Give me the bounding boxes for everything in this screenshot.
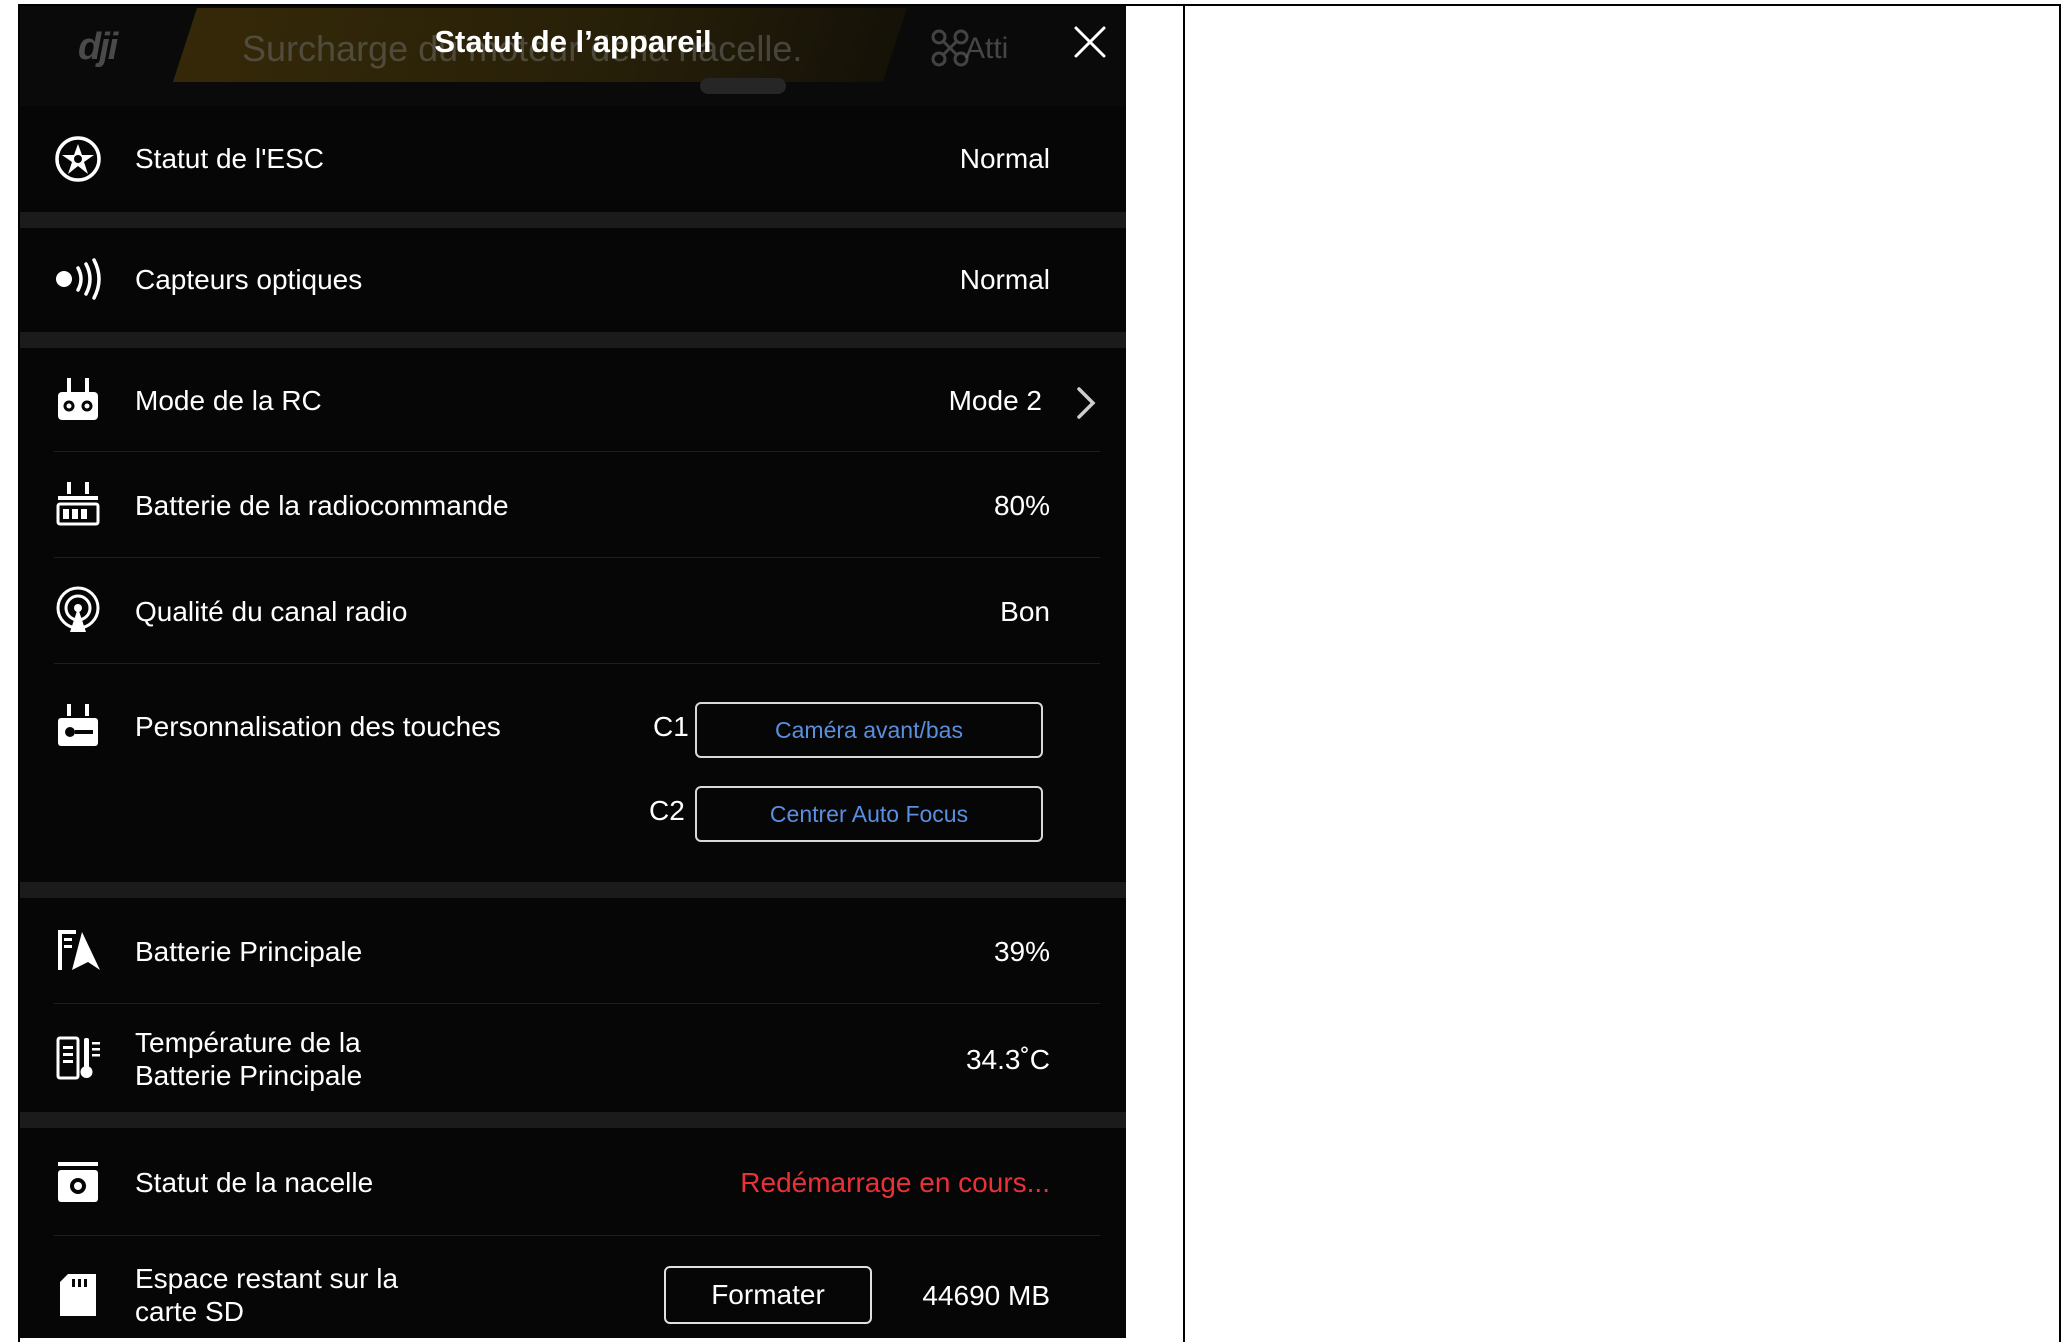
row-label: Mode de la RC <box>135 385 322 416</box>
row-label-line-1: Température de la <box>135 1027 361 1058</box>
row-value: Normal <box>959 143 1050 174</box>
radio-signal-icon <box>56 586 100 632</box>
row-label: Batterie Principale <box>135 936 363 967</box>
sd-card-icon <box>60 1274 96 1316</box>
row-value: Mode 2 <box>948 385 1042 416</box>
section-separator <box>20 882 1126 898</box>
right-empty-frame <box>1185 4 2061 1342</box>
gimbal-camera-icon <box>58 1162 98 1202</box>
row-value: 80% <box>993 490 1050 521</box>
rc-custom-button-icon <box>58 704 98 746</box>
row-rc-battery: Batterie de la radiocommande 80% <box>20 452 1126 558</box>
row-label: Batterie de la radiocommande <box>135 490 509 521</box>
row-label: Statut de la nacelle <box>135 1167 374 1198</box>
row-gimbal-status: Statut de la nacelle Redémarrage en cour… <box>20 1128 1126 1236</box>
close-icon[interactable] <box>1070 22 1110 62</box>
row-vision-sensors: Capteurs optiques Normal <box>20 228 1126 332</box>
row-button-customization: Personnalisation des touches C1 Caméra a… <box>20 664 1126 842</box>
row-label-line-2: carte SD <box>135 1296 244 1327</box>
row-label: Personnalisation des touches <box>135 711 501 742</box>
row-value: Bon <box>1000 596 1050 627</box>
row-value: 44690 MB <box>922 1280 1050 1311</box>
row-label: Capteurs optiques <box>135 264 363 295</box>
section-separator <box>20 332 1126 348</box>
row-label: Statut de l'ESC <box>135 143 324 174</box>
page-title: Statut de l’appareil <box>434 24 712 59</box>
aircraft-battery-icon <box>58 930 100 970</box>
c1-key-label: C1 <box>653 711 689 742</box>
aircraft-status-panel: dji Surcharge du moteur de la nacelle. A… <box>20 6 1126 1338</box>
row-label: Qualité du canal radio <box>135 596 408 627</box>
row-radio-quality: Qualité du canal radio Bon <box>20 558 1126 664</box>
format-sd-button[interactable]: Formater <box>664 1266 872 1324</box>
motor-icon <box>55 136 101 182</box>
battery-temperature-icon <box>56 1036 100 1080</box>
row-rc-mode[interactable]: Mode de la RC Mode 2 <box>20 348 1126 452</box>
gimbal-status-value: Redémarrage en cours... <box>740 1167 1050 1198</box>
row-value: Normal <box>959 264 1050 295</box>
row-value: 39% <box>993 936 1050 967</box>
c2-function-button[interactable]: Centrer Auto Focus <box>695 786 1043 842</box>
vision-sensor-icon <box>56 258 101 300</box>
row-label-line-2: Batterie Principale <box>135 1060 363 1091</box>
chevron-right-icon <box>1077 387 1096 419</box>
c2-key-label: C2 <box>649 795 685 826</box>
panel-header: dji Surcharge du moteur de la nacelle. A… <box>20 6 1126 106</box>
row-main-battery: Batterie Principale 39% <box>20 898 1126 1004</box>
rc-battery-icon <box>56 482 100 526</box>
row-value: 34.3˚C <box>965 1044 1050 1075</box>
c1-function-button[interactable]: Caméra avant/bas <box>695 702 1043 758</box>
row-esc-status: Statut de l'ESC Normal <box>20 106 1126 212</box>
section-separator <box>20 1112 1126 1128</box>
row-label-line-1: Espace restant sur la <box>135 1263 399 1294</box>
row-battery-temperature: Température de la Batterie Principale 34… <box>20 1004 1126 1112</box>
section-separator <box>20 212 1126 228</box>
row-sd-card: Espace restant sur la carte SD Formater … <box>20 1236 1126 1338</box>
drag-handle <box>700 78 786 94</box>
remote-controller-icon <box>58 378 98 420</box>
